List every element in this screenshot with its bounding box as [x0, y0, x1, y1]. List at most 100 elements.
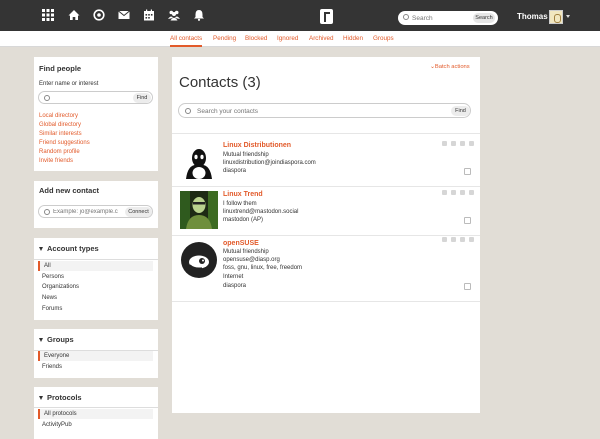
account-type-organizations[interactable]: Organizations — [38, 282, 153, 292]
tab-pending[interactable]: Pending — [213, 35, 236, 42]
row-divider — [172, 133, 480, 134]
user-icon[interactable] — [460, 190, 465, 195]
tab-blocked[interactable]: Blocked — [245, 35, 267, 42]
contact-avatar[interactable] — [180, 241, 218, 279]
home-icon[interactable] — [68, 9, 80, 21]
groups-panel: Groups Everyone Friends — [34, 329, 158, 378]
top-navbar: Search Thomas — [0, 0, 600, 31]
contact-address: opensuse@diasp.org — [223, 257, 280, 263]
contact-avatar[interactable] — [180, 143, 218, 181]
account-type-all[interactable]: All — [38, 261, 153, 271]
contact-select-checkbox[interactable] — [464, 217, 471, 224]
add-contact-panel: Add new contact Connect — [34, 181, 158, 228]
similar-interests-link[interactable]: Similar interests — [39, 131, 82, 137]
collapse-icon[interactable] — [39, 247, 43, 251]
search-icon — [44, 95, 50, 101]
at-icon[interactable] — [93, 9, 105, 21]
calendar-icon[interactable] — [143, 9, 155, 21]
find-people-button[interactable]: Find — [133, 93, 151, 103]
contact-avatar[interactable] — [180, 191, 218, 229]
protocols-panel: Protocols All protocols ActivityPub — [34, 387, 158, 439]
contact-name[interactable]: openSUSE — [223, 240, 259, 247]
top-search-box: Search — [398, 11, 498, 25]
local-directory-link[interactable]: Local directory — [39, 113, 78, 119]
user-icon[interactable] — [460, 141, 465, 146]
page-title: Contacts (3) — [179, 74, 261, 91]
contact-address: linuxtrend@mastodon.social — [223, 209, 299, 215]
friend-suggestions-link[interactable]: Friend suggestions — [39, 140, 90, 146]
groups-title[interactable]: Groups — [47, 335, 74, 344]
account-types-title[interactable]: Account types — [47, 244, 99, 253]
user-icon[interactable] — [460, 237, 465, 242]
cloud-icon[interactable] — [451, 141, 456, 146]
mail-icon[interactable] — [442, 237, 447, 242]
panel-divider — [34, 407, 158, 408]
people-icon[interactable] — [168, 9, 180, 21]
search-icon — [403, 14, 409, 20]
account-type-news[interactable]: News — [38, 293, 153, 303]
group-friends[interactable]: Friends — [38, 362, 153, 372]
top-search-input[interactable] — [412, 12, 470, 24]
user-avatar[interactable] — [549, 10, 563, 24]
find-people-label: Enter name or interest — [39, 81, 99, 87]
collapse-icon[interactable] — [39, 396, 43, 400]
edit-icon[interactable] — [469, 190, 474, 195]
collapse-icon[interactable] — [39, 338, 43, 342]
find-people-input[interactable] — [53, 93, 121, 103]
edit-icon[interactable] — [469, 141, 474, 146]
tab-ignored[interactable]: Ignored — [277, 35, 298, 42]
edit-icon[interactable] — [469, 237, 474, 242]
find-people-search: Find — [38, 91, 153, 104]
global-directory-link[interactable]: Global directory — [39, 122, 81, 128]
row-divider — [172, 235, 480, 236]
contacts-search-input[interactable] — [197, 105, 437, 117]
protocol-all[interactable]: All protocols — [38, 409, 153, 419]
invite-friends-link[interactable]: Invite friends — [39, 158, 73, 164]
random-profile-link[interactable]: Random profile — [39, 149, 80, 155]
contact-name[interactable]: Linux Distributionen — [223, 142, 291, 149]
contact-address: linuxdistribution@joindiaspora.com — [223, 160, 316, 166]
mail-icon[interactable] — [442, 190, 447, 195]
protocols-title[interactable]: Protocols — [47, 393, 82, 402]
account-type-forums[interactable]: Forums — [38, 304, 153, 314]
grid-icon[interactable] — [42, 9, 54, 21]
mail-icon[interactable] — [118, 9, 130, 21]
add-contact-title: Add new contact — [39, 186, 100, 195]
search-icon — [185, 108, 191, 114]
contact-name[interactable]: Linux Trend — [223, 191, 263, 198]
user-name[interactable]: Thomas — [517, 12, 548, 21]
contacts-search-button[interactable]: Find — [451, 106, 470, 116]
protocol-activitypub[interactable]: ActivityPub — [38, 420, 153, 430]
contacts-tabbar: All contacts Pending Blocked Ignored Arc… — [0, 31, 600, 47]
contact-network: diaspora — [223, 283, 247, 289]
top-search-button[interactable]: Search — [473, 13, 495, 23]
tab-hidden[interactable]: Hidden — [343, 35, 363, 42]
friendica-logo[interactable] — [320, 9, 333, 24]
contact-select-checkbox[interactable] — [464, 168, 471, 175]
batch-actions-dropdown[interactable]: ⌄Batch actions — [430, 64, 470, 70]
account-types-panel: Account types All Persons Organizations … — [34, 238, 158, 320]
account-type-persons[interactable]: Persons — [38, 272, 153, 282]
group-everyone[interactable]: Everyone — [38, 351, 153, 361]
bell-icon[interactable] — [193, 9, 205, 21]
add-contact-input[interactable] — [53, 207, 123, 217]
find-people-title: Find people — [39, 64, 82, 73]
find-people-panel: Find people Enter name or interest Find … — [34, 57, 158, 171]
tab-groups[interactable]: Groups — [373, 35, 394, 42]
search-icon — [44, 209, 50, 215]
contact-relation: Mutual friendship — [223, 152, 269, 158]
contact-actions — [442, 190, 478, 196]
contact-select-checkbox[interactable] — [464, 283, 471, 290]
cloud-icon[interactable] — [451, 237, 456, 242]
tab-archived[interactable]: Archived — [309, 35, 334, 42]
tab-all-contacts[interactable]: All contacts — [170, 35, 203, 47]
cloud-icon[interactable] — [451, 190, 456, 195]
contact-actions — [442, 141, 478, 147]
contact-network: mastodon (AP) — [223, 217, 264, 223]
row-divider — [172, 186, 480, 187]
contact-network: diaspora — [223, 168, 247, 174]
mail-icon[interactable] — [442, 141, 447, 146]
chevron-down-icon[interactable] — [566, 15, 570, 18]
connect-button[interactable]: Connect — [125, 207, 152, 217]
batch-actions-label: Batch actions — [434, 64, 470, 70]
